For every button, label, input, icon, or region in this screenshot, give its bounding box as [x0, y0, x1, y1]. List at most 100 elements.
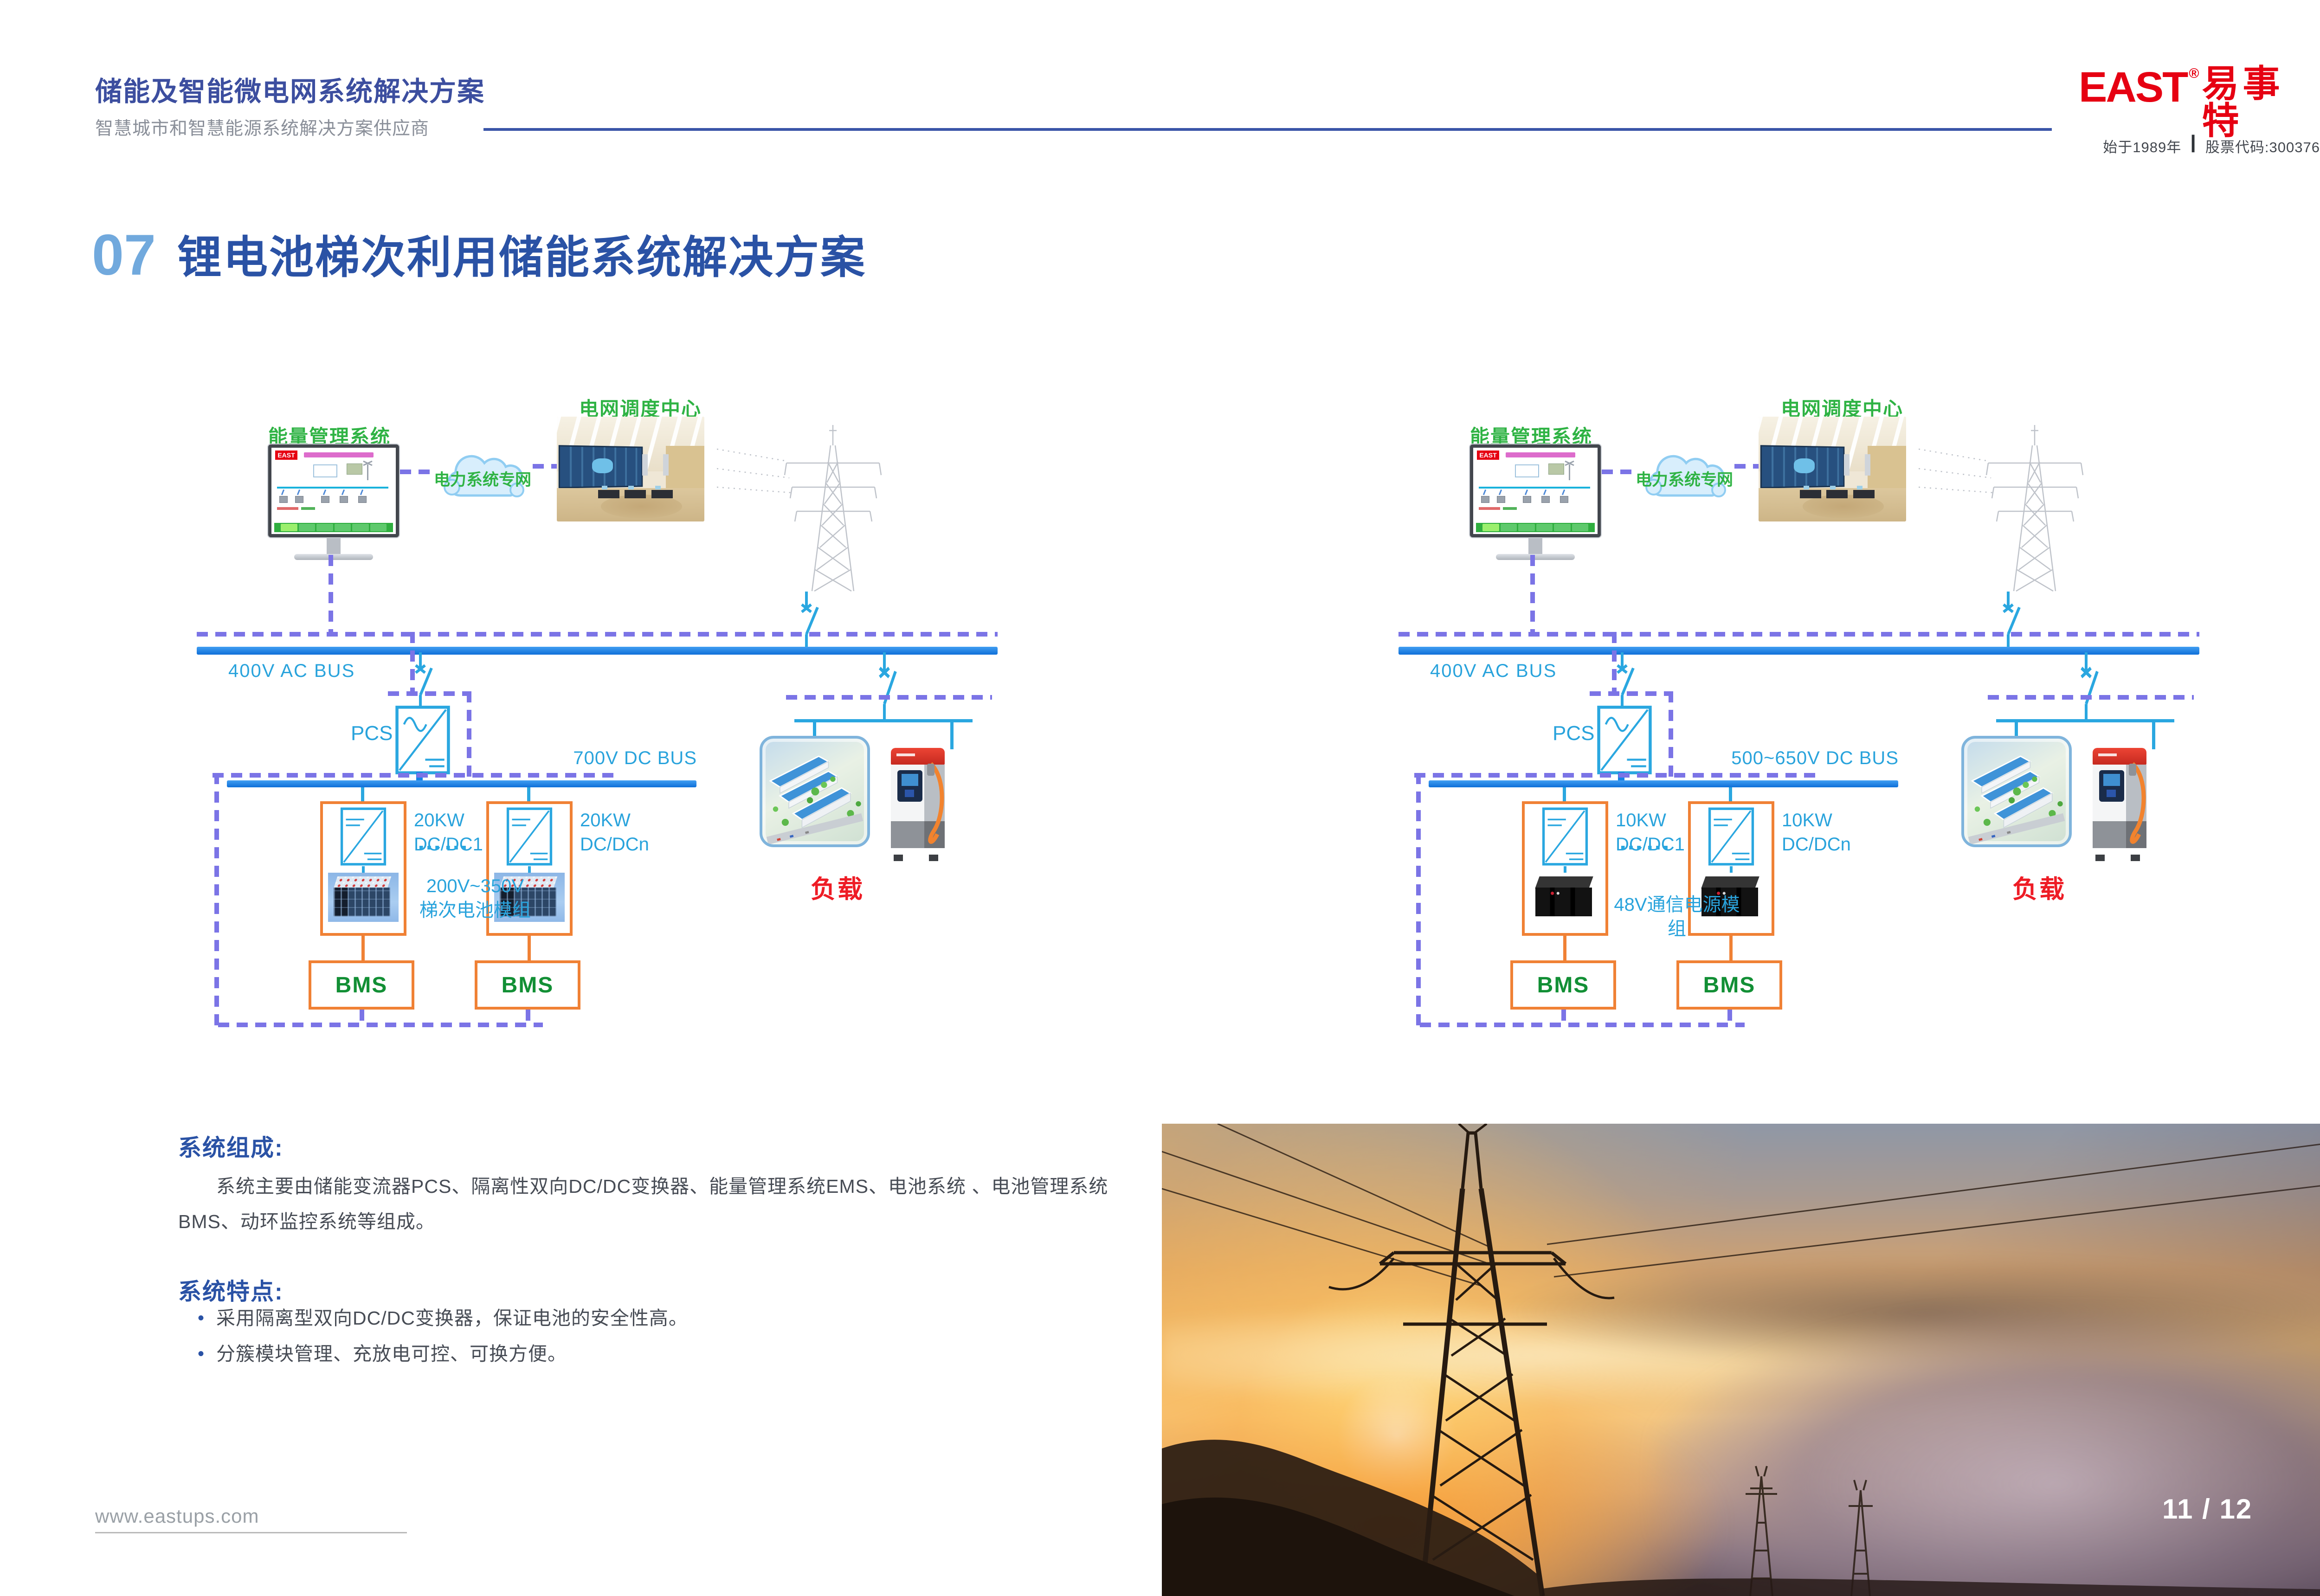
breaker-icon [407, 652, 433, 710]
left-comm-dashed [1416, 773, 1421, 1027]
dcdc-converter-symbol [1708, 807, 1754, 866]
dc-bus-label: 500~650V DC BUS [1643, 748, 1899, 769]
bms-comm-bus-dashed [1420, 1023, 1745, 1027]
website-link[interactable]: www.eastups.com [95, 1505, 259, 1527]
battery-module-photo [328, 873, 399, 922]
link-monitor-network [329, 555, 333, 635]
load-label: 负载 [784, 869, 891, 905]
dcdc-converter-symbol [340, 807, 387, 866]
power-network-cloud: 电力系统专网 [433, 436, 532, 507]
dc-bus-label: 700V DC BUS [441, 748, 697, 769]
pcs-label: PCS [351, 722, 393, 745]
ems-monitor: EAST [1470, 444, 1601, 560]
ac-bus-label: 400V AC BUS [228, 661, 355, 682]
dcdcn-drop [527, 787, 530, 801]
bms2-link [528, 936, 531, 960]
breaker-icon [1609, 652, 1635, 710]
dcdcn-drop [1729, 787, 1732, 801]
link-cloud-dispatch [1734, 464, 1759, 469]
ems-screen-diagram [1476, 463, 1595, 517]
dc-bus [1429, 780, 1898, 787]
ems-screen-diagram [274, 463, 393, 517]
features-heading: 系统特点: [178, 1273, 284, 1306]
bms2-link [1729, 936, 1733, 960]
pcs-dashed-top [1590, 691, 1673, 696]
website-underline [95, 1532, 407, 1533]
campus-load-photo [760, 736, 870, 847]
link-monitor-network [1530, 555, 1535, 635]
ems-screen-logo: EAST [1477, 450, 1499, 460]
battery-group-label: 200V~350V梯次电池模组 [406, 874, 545, 922]
breaker-icon [1995, 590, 2021, 650]
link-monitor-cloud [1602, 470, 1638, 474]
load-label: 负载 [1986, 869, 2093, 905]
dc-bus [227, 780, 696, 787]
load-feeder [794, 719, 973, 722]
comm-bus-dashed [1398, 632, 2199, 637]
transmission-tower-sketch [717, 417, 884, 594]
bms1-link [361, 936, 365, 960]
features-list: 采用隔离型双向DC/DC变换器，保证电池的安全性高。 分簇模块管理、充放电可控、… [194, 1305, 1076, 1377]
sunset-grid-photo: 11 / 12 [1162, 1124, 2320, 1596]
bms-comm-bus-dashed [218, 1023, 543, 1027]
bms-box: BMS [1510, 960, 1616, 1010]
load-feeder [1996, 719, 2174, 722]
ems-monitor-screen: EAST [1470, 444, 1601, 537]
network-label: 电力系统专网 [433, 467, 532, 490]
ems-screen-toolbar [274, 523, 393, 532]
dcdcn-label: 20KWDC/DCn [580, 808, 649, 856]
diagram-left: 能量管理系统 EAST [0, 0, 1169, 1067]
load-comm-dashed [1988, 695, 2194, 700]
dcdc1-bay [1522, 801, 1608, 936]
ems-screen-titlebar [304, 452, 374, 457]
ems-monitor: EAST [268, 444, 399, 560]
dispatch-center-photo [557, 417, 704, 521]
composition-heading: 系统组成: [178, 1129, 284, 1163]
dcdcn-label: 10KWDC/DCn [1782, 808, 1851, 856]
ems-screen-logo: EAST [275, 450, 297, 460]
feature-item: 采用隔离型双向DC/DC变换器，保证电池的安全性高。 [194, 1305, 1076, 1332]
ems-monitor-screen: EAST [268, 444, 399, 537]
bms-box: BMS [475, 960, 580, 1010]
charger-drop [950, 722, 954, 749]
building-drop [2015, 722, 2018, 736]
page-indicator: 11 / 12 [2162, 1493, 2252, 1525]
pcs-label: PCS [1553, 722, 1594, 745]
ellipsis: …… [417, 827, 470, 856]
transmission-tower-sketch [1919, 417, 2086, 594]
bms-box: BMS [309, 960, 414, 1010]
charger-cable [2125, 764, 2153, 852]
link-cloud-dispatch [533, 464, 558, 469]
ev-charger-photo [891, 748, 945, 856]
ems-screen-toolbar [1476, 523, 1595, 532]
breaker-icon [793, 590, 819, 650]
page: 储能及智能微电网系统解决方案 智慧城市和智慧能源系统解决方案供应商 EAST ®… [0, 0, 2320, 1596]
feature-item: 分簇模块管理、充放电可控、可换方便。 [194, 1340, 1076, 1368]
ac-bus-label: 400V AC BUS [1430, 661, 1557, 682]
ems-screen-titlebar [1506, 452, 1575, 457]
dcdc1-drop [361, 787, 364, 801]
dcdc1-drop [1563, 787, 1566, 801]
ev-charger-photo [2093, 748, 2146, 856]
breaker-icon [871, 652, 897, 722]
charger-cable [923, 764, 951, 852]
ellipsis: …… [1618, 827, 1672, 856]
pcs-dashed-top [388, 691, 471, 696]
breaker-icon [2073, 652, 2099, 722]
dc-comm-dashed [1414, 773, 1823, 778]
charger-drop [2152, 722, 2155, 749]
campus-load-photo [1961, 736, 2072, 847]
comm-bus-dashed [197, 632, 998, 637]
building-drop [813, 722, 816, 736]
network-label: 电力系统专网 [1635, 467, 1734, 490]
dcdc1-bay [320, 801, 406, 936]
bms1-link [1563, 936, 1566, 960]
dispatch-center-photo [1759, 417, 1906, 521]
load-comm-dashed [786, 695, 992, 700]
link-monitor-cloud [400, 470, 436, 474]
power-network-cloud: 电力系统专网 [1635, 436, 1734, 507]
battery-group-label: 48V通信电源模组 [1607, 893, 1746, 941]
campus-illustration [1964, 739, 2069, 844]
bms-box: BMS [1676, 960, 1782, 1010]
comm-power-module-photo [1530, 873, 1600, 922]
